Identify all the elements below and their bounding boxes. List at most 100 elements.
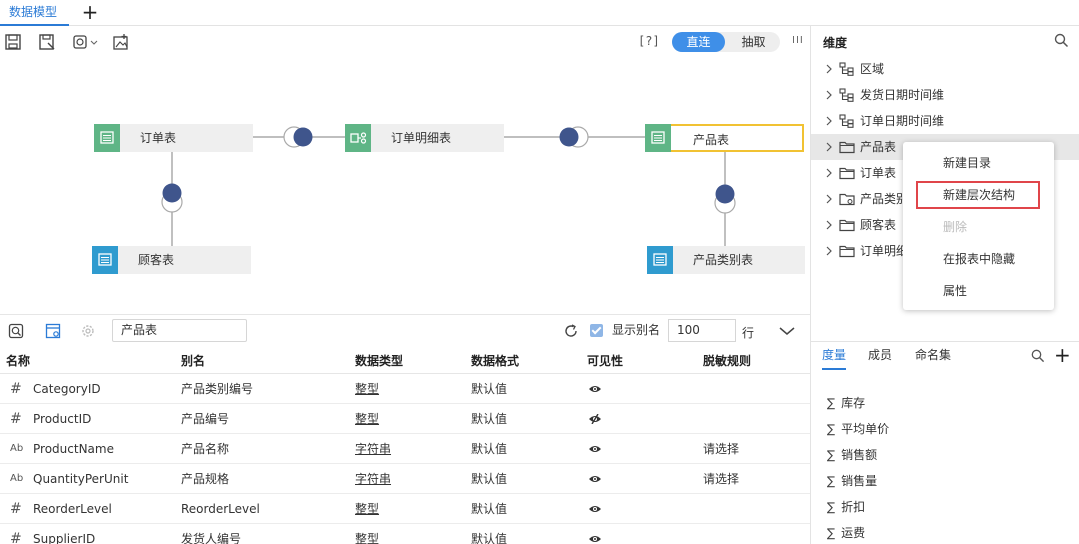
- tab-data-model[interactable]: 数据模型: [0, 0, 70, 26]
- menu-new-folder[interactable]: 新建目录: [903, 147, 1054, 179]
- table-row[interactable]: # CategoryID 产品类别编号 整型 默认值: [0, 374, 810, 404]
- save-icon[interactable]: [4, 33, 22, 51]
- table-row[interactable]: Ab QuantityPerUnit 产品规格 字符串 默认值 请选择: [0, 464, 810, 494]
- menu-hide-in-report[interactable]: 在报表中隐藏: [903, 243, 1054, 275]
- menu-properties[interactable]: 属性: [903, 275, 1054, 307]
- field-alias[interactable]: ReorderLevel: [181, 494, 260, 524]
- measure-item[interactable]: ∑ 折扣: [827, 494, 865, 520]
- measure-tabs: 度量 成员 命名集 +: [811, 341, 1079, 370]
- chevron-right-icon[interactable]: [825, 220, 833, 230]
- table-row[interactable]: # ProductID 产品编号 整型 默认值: [0, 404, 810, 434]
- column-header-visibility: 可见性: [587, 354, 624, 368]
- table-row[interactable]: Ab ProductName 产品名称 字符串 默认值 请选择: [0, 434, 810, 464]
- column-header-data-type: 数据类型: [355, 354, 404, 368]
- tree-item-label: 产品类别: [860, 192, 909, 206]
- help-button[interactable]: [?]: [638, 34, 660, 48]
- direct-mode-button[interactable]: 直连: [672, 32, 725, 52]
- chevron-right-icon[interactable]: [825, 116, 833, 126]
- sigma-icon: ∑: [827, 396, 836, 410]
- field-data-type[interactable]: 整型: [355, 404, 379, 434]
- chevron-right-icon[interactable]: [825, 142, 833, 152]
- field-alias[interactable]: 产品类别编号: [181, 374, 253, 404]
- table-node-categories[interactable]: 产品类别表: [647, 246, 805, 274]
- tree-item[interactable]: 区域: [811, 56, 1079, 82]
- table-row[interactable]: # ReorderLevel ReorderLevel 整型 默认值: [0, 494, 810, 524]
- panel-toggle-icon[interactable]: III: [792, 35, 804, 46]
- add-tab-button[interactable]: +: [80, 0, 100, 26]
- hidden-eye-icon[interactable]: [588, 414, 602, 424]
- measure-label: 平均单价: [841, 422, 890, 436]
- field-data-format[interactable]: 默认值: [471, 494, 507, 524]
- field-alias[interactable]: 产品名称: [181, 434, 229, 464]
- row-count-input[interactable]: 100: [668, 319, 736, 342]
- chevron-right-icon[interactable]: [825, 246, 833, 256]
- measure-label: 运费: [841, 526, 866, 540]
- tree-item-label: 区域: [860, 62, 885, 76]
- field-data-type[interactable]: 字符串: [355, 464, 391, 494]
- measure-item[interactable]: ∑ 销售量: [827, 468, 877, 494]
- tree-item-label: 发货日期时间维: [860, 88, 945, 102]
- tab-members[interactable]: 成员: [868, 342, 892, 370]
- show-alias-checkbox[interactable]: [590, 324, 603, 337]
- save-as-icon[interactable]: [38, 33, 56, 51]
- field-masking-rule[interactable]: 请选择: [703, 434, 739, 464]
- field-data-format[interactable]: 默认值: [471, 404, 507, 434]
- chevron-down-icon[interactable]: [778, 323, 796, 339]
- visible-eye-icon[interactable]: [588, 534, 602, 544]
- field-data-type[interactable]: 字符串: [355, 434, 391, 464]
- tree-item[interactable]: 发货日期时间维: [811, 82, 1079, 108]
- column-header-data-format: 数据格式: [471, 354, 520, 368]
- field-data-type[interactable]: 整型: [355, 524, 379, 544]
- table-node-customers[interactable]: 顾客表: [92, 246, 251, 274]
- show-alias-label: 显示别名: [612, 323, 661, 337]
- field-alias[interactable]: 发货人编号: [181, 524, 241, 544]
- folder-icon: [839, 141, 855, 154]
- field-masking-rule[interactable]: 请选择: [703, 464, 739, 494]
- field-data-type[interactable]: 整型: [355, 494, 379, 524]
- visible-eye-icon[interactable]: [588, 504, 602, 514]
- hierarchy-icon: [839, 62, 854, 76]
- settings-gear-icon[interactable]: [80, 323, 96, 339]
- visible-eye-icon[interactable]: [588, 384, 602, 394]
- table-search-input[interactable]: 产品表: [112, 319, 247, 342]
- visible-eye-icon[interactable]: [588, 474, 602, 484]
- image-export-icon[interactable]: [112, 33, 130, 51]
- visible-eye-icon[interactable]: [588, 444, 602, 454]
- tab-measures[interactable]: 度量: [822, 342, 847, 370]
- chevron-right-icon[interactable]: [825, 194, 833, 204]
- field-alias[interactable]: 产品编号: [181, 404, 229, 434]
- search-icon[interactable]: [1054, 33, 1069, 48]
- extract-mode-button[interactable]: 抽取: [727, 32, 780, 52]
- chevron-right-icon[interactable]: [825, 64, 833, 74]
- measure-item[interactable]: ∑ 运费: [827, 520, 865, 544]
- field-data-format[interactable]: 默认值: [471, 524, 507, 544]
- table-node-products[interactable]: 产品表: [645, 124, 804, 152]
- sigma-icon: ∑: [827, 526, 836, 540]
- search-icon[interactable]: [1031, 349, 1045, 363]
- field-data-format[interactable]: 默认值: [471, 464, 507, 494]
- field-data-type[interactable]: 整型: [355, 374, 379, 404]
- refresh-dropdown-icon[interactable]: [72, 33, 100, 51]
- measure-label: 销售额: [841, 448, 878, 462]
- tree-item[interactable]: 订单日期时间维: [811, 108, 1079, 134]
- field-alias[interactable]: 产品规格: [181, 464, 229, 494]
- node-label: 产品类别表: [693, 253, 754, 267]
- field-list-icon[interactable]: [45, 323, 61, 339]
- table-row[interactable]: # SupplierID 发货人编号 整型 默认值: [0, 524, 810, 544]
- field-data-format[interactable]: 默认值: [471, 374, 507, 404]
- tab-named-sets[interactable]: 命名集: [915, 342, 951, 370]
- table-node-orders[interactable]: 订单表: [94, 124, 253, 152]
- measure-item[interactable]: ∑ 库存: [827, 390, 865, 416]
- add-measure-button[interactable]: +: [1054, 343, 1071, 367]
- measure-item[interactable]: ∑ 销售额: [827, 442, 877, 468]
- node-label: 产品表: [693, 133, 730, 147]
- dimension-title: 维度: [823, 36, 848, 50]
- preview-icon[interactable]: [8, 323, 24, 339]
- measure-item[interactable]: ∑ 平均单价: [827, 416, 889, 442]
- refresh-icon[interactable]: [563, 323, 579, 339]
- field-data-format[interactable]: 默认值: [471, 434, 507, 464]
- tree-item-label: 产品表: [860, 140, 897, 154]
- table-node-order-details[interactable]: 订单明细表: [345, 124, 504, 152]
- chevron-right-icon[interactable]: [825, 90, 833, 100]
- chevron-right-icon[interactable]: [825, 168, 833, 178]
